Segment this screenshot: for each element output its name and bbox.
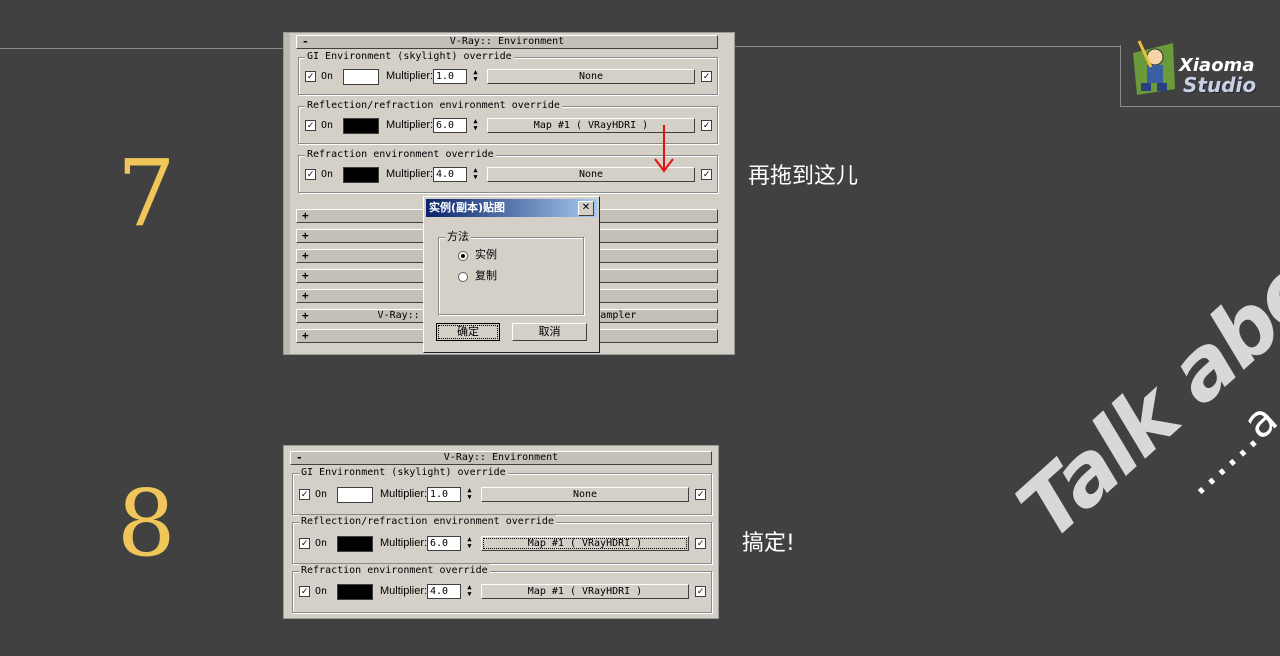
color-swatch[interactable] xyxy=(343,69,379,85)
spinner-arrows[interactable]: ▲ ▼ xyxy=(465,487,474,502)
multiplier-label: Multiplier: xyxy=(380,537,428,549)
color-swatch[interactable] xyxy=(337,584,373,600)
map-button[interactable]: None xyxy=(481,487,689,502)
cancel-button[interactable]: 取消 xyxy=(512,323,587,341)
multiplier-label: Multiplier: xyxy=(380,488,428,500)
method-group: 方法 实例 复制 xyxy=(438,230,584,315)
on-label: On xyxy=(315,538,328,549)
rollout-title: V-Ray:: Environment xyxy=(449,36,565,47)
rollout-expand-sign: + xyxy=(302,229,309,242)
group-title: GI Environment (skylight) override xyxy=(305,50,514,64)
map-button[interactable]: None xyxy=(487,69,695,84)
map-enable-checkbox[interactable]: ✓ xyxy=(695,586,706,597)
color-swatch[interactable] xyxy=(337,487,373,503)
ok-button-label: 确定 xyxy=(438,325,498,339)
copy-option-label[interactable]: 复制 xyxy=(475,270,497,282)
map-enable-checkbox[interactable]: ✓ xyxy=(695,538,706,549)
ok-button[interactable]: 确定 xyxy=(436,323,500,341)
map-enable-checkbox[interactable]: ✓ xyxy=(695,489,706,500)
group-title: Refraction environment override xyxy=(299,564,490,578)
step-7-caption: 再拖到这儿 xyxy=(748,164,859,189)
xiaoma-studio-logo: Xiaoma Studio xyxy=(1120,40,1280,107)
map-button[interactable]: Map #1 ( VRayHDRI ) xyxy=(481,536,689,551)
step-7-number: 7 xyxy=(117,140,176,247)
method-group-title: 方法 xyxy=(445,230,471,244)
group-title: GI Environment (skylight) override xyxy=(299,466,508,480)
rollout-vray-environment[interactable]: - V-Ray:: Environment xyxy=(290,451,712,465)
multiplier-label: Multiplier: xyxy=(386,70,434,82)
map-enable-checkbox[interactable]: ✓ xyxy=(701,169,712,180)
rollout-expand-sign: + xyxy=(302,289,309,302)
on-label: On xyxy=(321,120,334,131)
multiplier-spinner[interactable]: 4.0 xyxy=(427,584,461,599)
rollout-expand-sign: + xyxy=(302,209,309,222)
reflection-refraction-group: Reflection/refraction environment overri… xyxy=(292,515,712,564)
on-checkbox[interactable]: ✓ xyxy=(299,489,310,500)
spinner-arrows[interactable]: ▲ ▼ xyxy=(471,167,480,182)
header-rule-right xyxy=(735,46,1120,47)
gi-environment-group: GI Environment (skylight) override ✓ On … xyxy=(298,50,718,95)
color-swatch[interactable] xyxy=(343,167,379,183)
on-label: On xyxy=(315,586,328,597)
multiplier-spinner[interactable]: 6.0 xyxy=(427,536,461,551)
dialog-titlebar[interactable]: 实例(副本)贴图 ✕ xyxy=(426,199,597,217)
group-title: Reflection/refraction environment overri… xyxy=(299,515,556,529)
instance-option-label[interactable]: 实例 xyxy=(475,249,497,261)
map-button[interactable]: Map #1 ( VRayHDRI ) xyxy=(481,584,689,599)
mascot-icon xyxy=(1133,40,1175,95)
close-icon[interactable]: ✕ xyxy=(578,201,594,216)
instance-copy-map-dialog: 实例(副本)贴图 ✕ 方法 实例 复制 确定 取消 xyxy=(423,196,600,353)
group-title: Refraction environment override xyxy=(305,148,496,162)
on-label: On xyxy=(321,169,334,180)
multiplier-spinner[interactable]: 1.0 xyxy=(433,69,467,84)
on-label: On xyxy=(321,71,334,82)
drag-arrow-icon xyxy=(654,125,674,173)
multiplier-spinner[interactable]: 6.0 xyxy=(433,118,467,133)
on-label: On xyxy=(315,489,328,500)
on-checkbox[interactable]: ✓ xyxy=(305,71,316,82)
logo-line2: Studio xyxy=(1183,73,1257,97)
spinner-arrows[interactable]: ▲ ▼ xyxy=(465,536,474,551)
header-rule-left xyxy=(0,48,290,49)
rollout-vray-environment[interactable]: - V-Ray:: Environment xyxy=(296,35,718,49)
talk-about-watermark: Talk about ......a chair xyxy=(940,139,1280,613)
step-8-caption: 搞定! xyxy=(742,531,795,556)
map-button-label: Map #1 ( VRayHDRI ) xyxy=(483,538,687,549)
instance-radio[interactable] xyxy=(458,251,468,261)
multiplier-label: Multiplier: xyxy=(386,119,434,131)
vray-environment-panel-step8: - V-Ray:: Environment GI Environment (sk… xyxy=(283,445,719,619)
multiplier-label: Multiplier: xyxy=(380,585,428,597)
on-checkbox[interactable]: ✓ xyxy=(299,586,310,597)
rollout-title: V-Ray:: Environment xyxy=(443,452,559,463)
group-title: Reflection/refraction environment overri… xyxy=(305,99,562,113)
multiplier-spinner[interactable]: 4.0 xyxy=(433,167,467,182)
gi-environment-group: GI Environment (skylight) override ✓ On … xyxy=(292,466,712,515)
rollout-expand-sign: + xyxy=(302,269,309,282)
spinner-arrows[interactable]: ▲ ▼ xyxy=(465,584,474,599)
spinner-arrows[interactable]: ▲ ▼ xyxy=(471,69,480,84)
color-swatch[interactable] xyxy=(343,118,379,134)
on-checkbox[interactable]: ✓ xyxy=(305,169,316,180)
copy-radio[interactable] xyxy=(458,272,468,282)
multiplier-spinner[interactable]: 1.0 xyxy=(427,487,461,502)
panel-left-strip xyxy=(284,33,290,354)
color-swatch[interactable] xyxy=(337,536,373,552)
on-checkbox[interactable]: ✓ xyxy=(305,120,316,131)
multiplier-label: Multiplier: xyxy=(386,168,434,180)
rollout-expand-sign: + xyxy=(302,249,309,262)
vray-environment-panel-step7: - V-Ray:: Environment GI Environment (sk… xyxy=(283,32,735,355)
on-checkbox[interactable]: ✓ xyxy=(299,538,310,549)
dialog-title: 实例(副本)贴图 xyxy=(429,201,506,214)
rollout-expand-sign: + xyxy=(302,329,309,342)
map-enable-checkbox[interactable]: ✓ xyxy=(701,71,712,82)
refraction-environment-group: Refraction environment override ✓ On Mul… xyxy=(292,564,712,613)
spinner-arrows[interactable]: ▲ ▼ xyxy=(471,118,480,133)
watermark-line1: Talk about xyxy=(998,175,1280,559)
map-enable-checkbox[interactable]: ✓ xyxy=(701,120,712,131)
step-8-number: 8 xyxy=(117,470,176,577)
